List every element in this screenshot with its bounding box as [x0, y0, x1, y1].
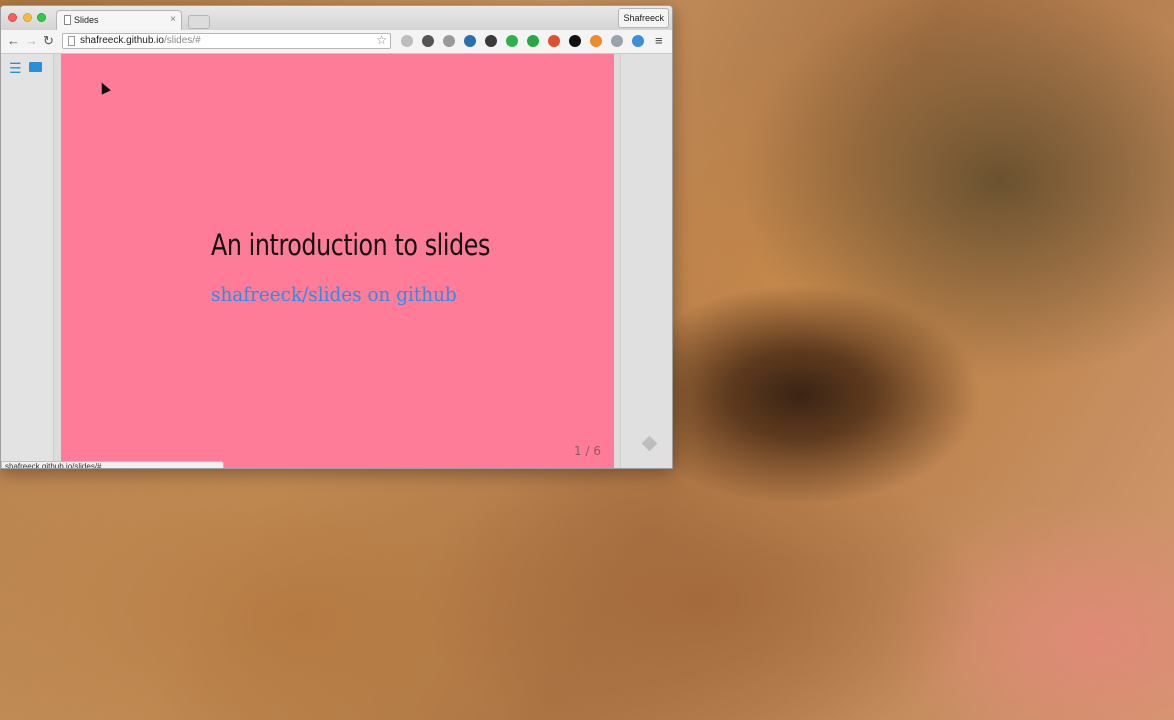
slide-counter: 1 / 6 — [574, 444, 601, 458]
chrome-menu-icon[interactable]: ≡ — [655, 34, 663, 48]
tab-bar: Slides × Shafreeck — [1, 6, 672, 30]
address-bar[interactable]: shafreeck.github.io/slides/# ☆ — [62, 33, 391, 49]
browser-toolbar: ← → ↻ shafreeck.github.io/slides/# ☆ ≡ — [1, 30, 672, 54]
window-close-button[interactable] — [8, 13, 17, 22]
url-text: shafreeck.github.io/slides/# — [80, 35, 201, 46]
ext-icon-1[interactable] — [401, 35, 413, 47]
ext-icon-7[interactable] — [527, 35, 539, 47]
ext-icon-2[interactable] — [422, 35, 434, 47]
browser-window: Slides × Shafreeck ← → ↻ shafreeck.githu… — [0, 5, 673, 469]
ext-icon-6[interactable] — [506, 35, 518, 47]
tab-slides[interactable]: Slides × — [56, 10, 182, 30]
github-link[interactable]: shafreeck/slides on github — [211, 282, 457, 306]
tab-title: Slides — [74, 15, 99, 25]
git-icon[interactable] — [641, 435, 658, 452]
forward-button[interactable]: → — [25, 33, 38, 49]
present-icon[interactable] — [29, 62, 42, 72]
mouse-cursor-icon — [97, 80, 111, 95]
ext-icon-12[interactable] — [632, 35, 644, 47]
ext-icon-4[interactable] — [464, 35, 476, 47]
window-minimize-button[interactable] — [23, 13, 32, 22]
ext-icon-3[interactable] — [443, 35, 455, 47]
ext-icon-8[interactable] — [548, 35, 560, 47]
slide-title: An introduction to slides — [211, 228, 490, 262]
ext-icon-5[interactable] — [485, 35, 497, 47]
ext-icon-9[interactable] — [569, 35, 581, 47]
ext-icon-10[interactable] — [590, 35, 602, 47]
slide-canvas[interactable]: An introduction to slides shafreeck/slid… — [61, 54, 614, 468]
status-bubble: shafreeck.github.io/slides/# — [1, 461, 224, 468]
new-tab-button[interactable] — [188, 15, 210, 29]
menu-icon[interactable]: ☰ — [9, 61, 22, 75]
profile-button[interactable]: Shafreeck — [618, 8, 669, 28]
url-path: /slides/# — [163, 35, 201, 46]
window-maximize-button[interactable] — [37, 13, 46, 22]
page-viewport: ☰ An introduction to slides shafreeck/sl… — [1, 54, 672, 468]
reload-button[interactable]: ↻ — [43, 33, 54, 49]
slides-sidebar: ☰ — [1, 54, 54, 468]
page-icon — [64, 15, 71, 25]
slides-right-rail — [620, 54, 672, 468]
ext-icon-11[interactable] — [611, 35, 623, 47]
page-icon — [68, 36, 75, 46]
url-host: shafreeck.github.io — [80, 35, 164, 46]
tab-close-icon[interactable]: × — [170, 14, 176, 25]
bookmark-star-icon[interactable]: ☆ — [376, 33, 387, 47]
back-button[interactable]: ← — [7, 33, 20, 49]
